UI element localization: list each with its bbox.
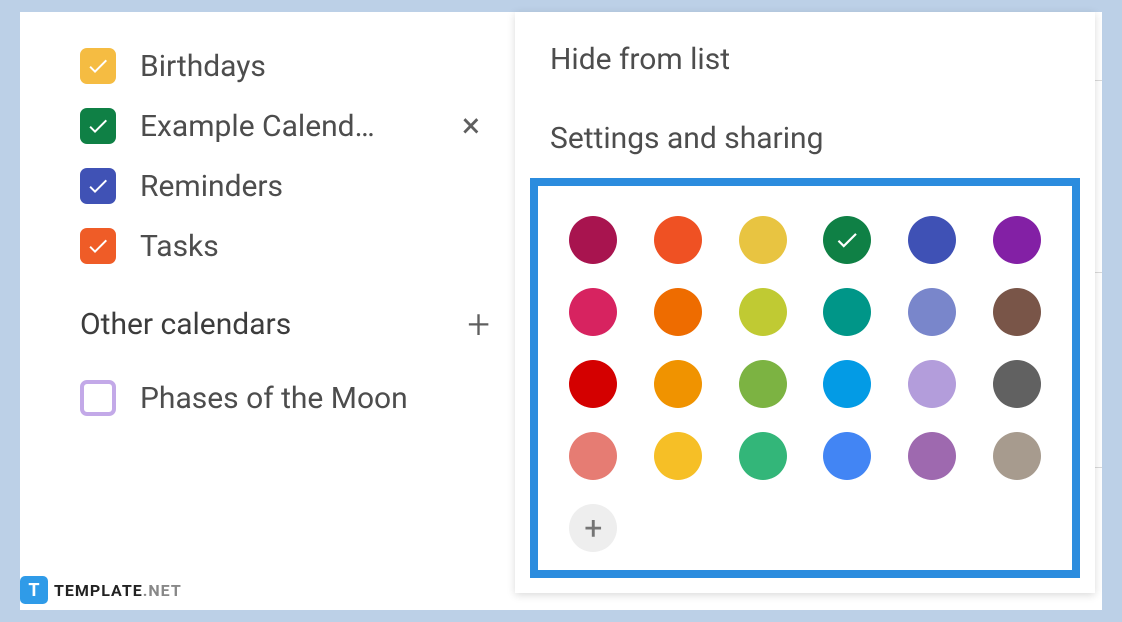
- color-picker-section: +: [530, 178, 1080, 578]
- color-swatch[interactable]: [908, 432, 956, 480]
- calendar-label: Tasks: [140, 229, 219, 264]
- color-swatch[interactable]: [993, 288, 1041, 336]
- calendar-label: Example Calend…: [140, 109, 375, 144]
- color-swatch[interactable]: [739, 360, 787, 408]
- calendar-item[interactable]: Birthdays: [80, 36, 505, 96]
- color-swatch[interactable]: [993, 432, 1041, 480]
- add-calendar-icon[interactable]: +: [467, 301, 490, 348]
- add-custom-color-button[interactable]: +: [569, 504, 617, 552]
- color-swatch[interactable]: [569, 216, 617, 264]
- other-calendars-title: Other calendars: [80, 307, 291, 342]
- other-calendars-list: Phases of the Moon: [80, 368, 505, 428]
- color-swatch[interactable]: [993, 216, 1041, 264]
- calendar-checkbox[interactable]: [80, 108, 116, 144]
- color-swatch[interactable]: [823, 360, 871, 408]
- calendar-options-popup: Hide from listSettings and sharing +: [515, 12, 1095, 593]
- color-swatch[interactable]: [908, 216, 956, 264]
- calendar-label: Phases of the Moon: [140, 381, 408, 416]
- calendar-checkbox[interactable]: [80, 380, 116, 416]
- color-swatch[interactable]: [908, 360, 956, 408]
- color-swatch[interactable]: [654, 360, 702, 408]
- color-grid: +: [563, 216, 1047, 552]
- calendar-item[interactable]: Phases of the Moon: [80, 368, 505, 428]
- calendar-checkbox[interactable]: [80, 228, 116, 264]
- color-swatch[interactable]: [569, 288, 617, 336]
- watermark-text: TEMPLATE.NET: [54, 581, 182, 600]
- color-swatch[interactable]: [823, 216, 871, 264]
- color-swatch[interactable]: [739, 216, 787, 264]
- calendar-label: Reminders: [140, 169, 283, 204]
- close-icon[interactable]: ×: [462, 106, 480, 146]
- color-swatch[interactable]: [908, 288, 956, 336]
- color-swatch[interactable]: [654, 288, 702, 336]
- calendar-sidebar: BirthdaysExample Calend…×RemindersTasks …: [20, 12, 510, 610]
- color-swatch[interactable]: [654, 432, 702, 480]
- calendar-label: Birthdays: [140, 49, 266, 84]
- color-swatch[interactable]: [739, 288, 787, 336]
- other-calendars-header: Other calendars +: [80, 276, 505, 368]
- menu-item[interactable]: Hide from list: [515, 12, 1095, 99]
- calendar-item[interactable]: Tasks: [80, 216, 505, 276]
- color-swatch[interactable]: [823, 288, 871, 336]
- color-swatch[interactable]: [823, 432, 871, 480]
- calendar-item[interactable]: Example Calend… ×: [80, 96, 505, 156]
- calendar-checkbox[interactable]: [80, 48, 116, 84]
- color-swatch[interactable]: [569, 360, 617, 408]
- menu-item[interactable]: Settings and sharing: [515, 99, 1095, 178]
- my-calendars-list: Birthdays Example Calend… × Reminders Tasks: [80, 36, 505, 276]
- watermark: T TEMPLATE.NET: [20, 576, 182, 604]
- color-swatch[interactable]: [654, 216, 702, 264]
- calendar-item[interactable]: Reminders: [80, 156, 505, 216]
- color-swatch[interactable]: [993, 360, 1041, 408]
- watermark-icon: T: [20, 576, 48, 604]
- color-swatch[interactable]: [739, 432, 787, 480]
- calendar-checkbox[interactable]: [80, 168, 116, 204]
- color-swatch[interactable]: [569, 432, 617, 480]
